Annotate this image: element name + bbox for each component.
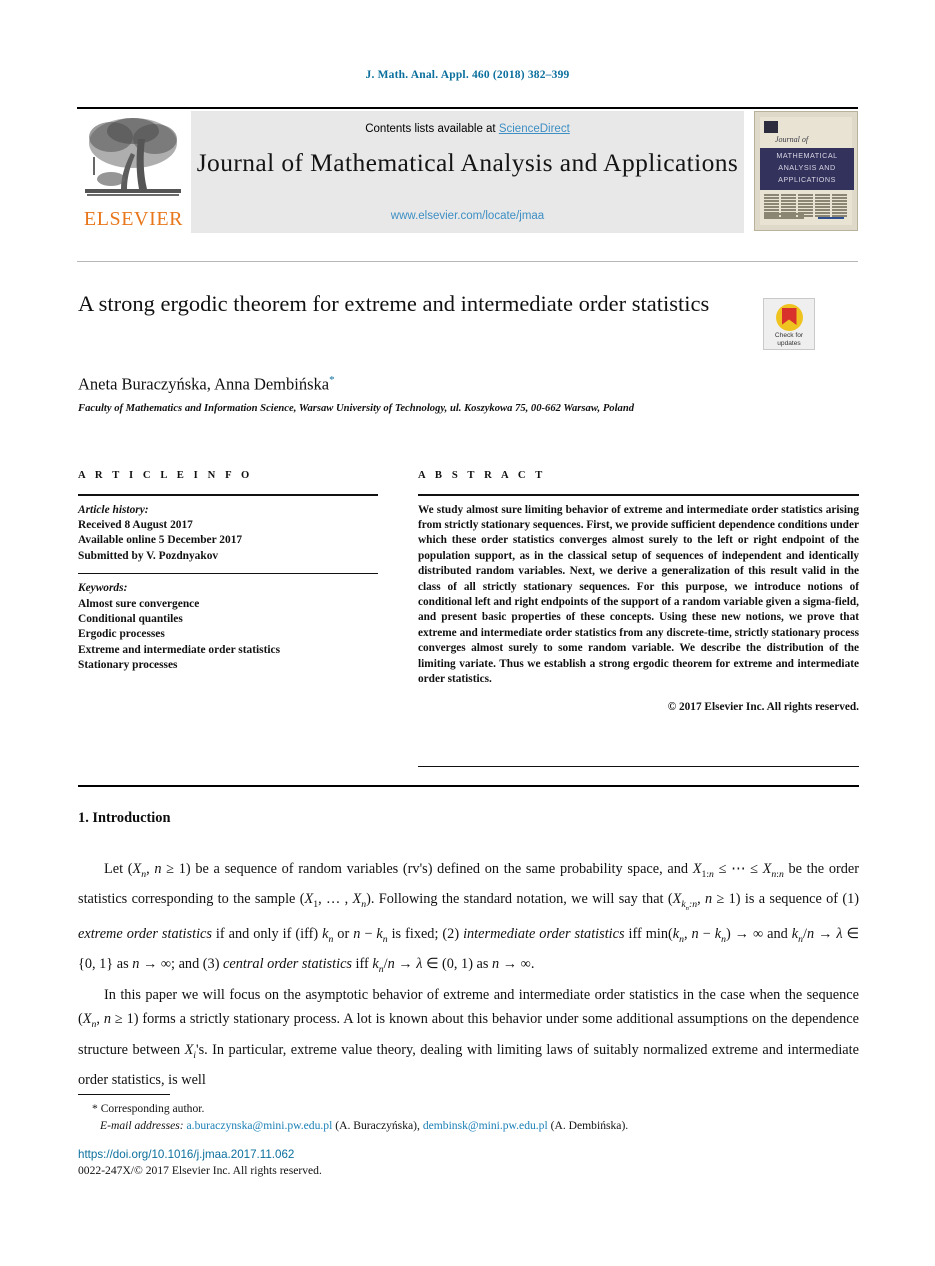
journal-article-page: J. Math. Anal. Appl. 460 (2018) 382–399 xyxy=(0,0,935,1266)
running-head: J. Math. Anal. Appl. 460 (2018) 382–399 xyxy=(365,69,570,81)
footnote-marker: * xyxy=(92,1102,98,1115)
keyword-item: Conditional quantiles xyxy=(78,613,183,626)
sciencedirect-link[interactable]: ScienceDirect xyxy=(499,123,570,135)
email-label: E-mail addresses: xyxy=(100,1119,184,1132)
email-link-2[interactable]: dembinsk@mini.pw.edu.pl xyxy=(423,1119,548,1132)
keywords-separator-rule xyxy=(78,573,378,575)
article-history-label: Article history: xyxy=(78,503,149,516)
page-title: A strong ergodic theorem for extreme and… xyxy=(78,291,710,316)
journal-cover-thumbnail: Journal of MATHEMATICAL ANALYSIS AND APP… xyxy=(754,111,858,231)
footnote-block: * Corresponding author. E-mail addresses… xyxy=(78,1100,859,1134)
keyword-item: Almost sure convergence xyxy=(78,597,200,610)
body-separator-rule xyxy=(78,785,859,788)
affiliation: Faculty of Mathematics and Information S… xyxy=(78,403,635,414)
corresponding-author-text: Corresponding author. xyxy=(100,1102,205,1115)
paragraph-1: Let (Xn, n ≥ 1) be a sequence of random … xyxy=(78,861,860,976)
journal-title: Journal of Mathematical Analysis and App… xyxy=(196,148,739,177)
journal-homepage-link[interactable]: www.elsevier.com/locate/jmaa xyxy=(391,210,544,222)
journal-url-link[interactable]: www.elsevier.com/locate/jmaa xyxy=(191,210,744,222)
keyword-item: Stationary processes xyxy=(78,659,178,672)
crossmark-label-2: updates xyxy=(777,340,801,347)
paragraph-2: In this paper we will focus on the asymp… xyxy=(78,986,859,1089)
keywords-label: Keywords: xyxy=(78,582,128,595)
cover-script-text: Journal of xyxy=(775,135,809,144)
abstract-text: We study almost sure limiting behavior o… xyxy=(418,503,859,686)
elsevier-logo: ELSEVIER xyxy=(77,111,190,233)
masthead-top-rule xyxy=(77,107,858,110)
article-info-block: A R T I C L E I N F O Article history: R… xyxy=(78,470,378,674)
cover-elsevier-mark-icon xyxy=(764,121,778,133)
available-online-date: Available online 5 December 2017 xyxy=(78,534,243,547)
article-info-rule xyxy=(78,494,378,496)
elsevier-tree-icon xyxy=(81,113,185,201)
keywords-group: Keywords: Almost sure convergence Condit… xyxy=(78,581,378,673)
contents-available-line: Contents lists available at ScienceDirec… xyxy=(191,123,744,135)
abstract-bottom-rule xyxy=(418,766,859,768)
email-author-1: (A. Buraczyńska), xyxy=(335,1119,420,1132)
article-info-heading: A R T I C L E I N F O xyxy=(78,470,253,481)
contents-prefix: Contents lists available at xyxy=(365,123,499,135)
doi-url[interactable]: https://doi.org/10.1016/j.jmaa.2017.11.0… xyxy=(78,1148,294,1161)
email-author-2: (A. Dembińska). xyxy=(550,1119,629,1132)
abstract-rule xyxy=(418,494,859,496)
issn-copyright-line: 0022-247X/© 2017 Elsevier Inc. All right… xyxy=(78,1164,322,1177)
section-heading-introduction: 1. Introduction xyxy=(78,810,171,826)
elsevier-wordmark: ELSEVIER xyxy=(83,208,184,230)
body-text: Let (Xn, n ≥ 1) be a sequence of random … xyxy=(78,857,859,1093)
abstract-heading: A B S T R A C T xyxy=(418,470,546,481)
article-history-group: Article history: Received 8 August 2017 … xyxy=(78,503,378,565)
author-list: Aneta Buraczyńska, Anna Dembińska* xyxy=(78,374,335,395)
keyword-item: Ergodic processes xyxy=(78,628,165,641)
keyword-item: Extreme and intermediate order statistic… xyxy=(78,643,281,656)
crossmark-label-1: Check for xyxy=(774,332,804,339)
cover-footer-decoration xyxy=(764,213,850,223)
cover-title-band: MATHEMATICAL ANALYSIS AND APPLICATIONS xyxy=(760,148,854,190)
submitted-by: Submitted by V. Pozdnyakov xyxy=(78,549,219,562)
crossmark-icon xyxy=(775,304,803,331)
corresponding-author-marker[interactable]: * xyxy=(329,374,335,386)
corresponding-author-note: * Corresponding author. xyxy=(78,1100,859,1117)
cover-title-line-1: MATHEMATICAL xyxy=(776,151,838,160)
doi-link[interactable]: https://doi.org/10.1016/j.jmaa.2017.11.0… xyxy=(78,1147,322,1163)
masthead-center-band: Contents lists available at ScienceDirec… xyxy=(191,111,744,233)
footnote-rule xyxy=(78,1094,170,1096)
abstract-copyright: © 2017 Elsevier Inc. All rights reserved… xyxy=(667,701,859,714)
crossmark-badge[interactable]: Check for updates xyxy=(763,298,815,350)
title-separator-rule xyxy=(77,261,858,262)
cover-title-line-2: ANALYSIS AND xyxy=(778,163,836,172)
author-names: Aneta Buraczyńska, Anna Dembińska xyxy=(78,374,330,394)
abstract-block: A B S T R A C T We study almost sure lim… xyxy=(418,470,859,713)
email-addresses-line: E-mail addresses: a.buraczynska@mini.pw.… xyxy=(78,1117,859,1134)
received-date: Received 8 August 2017 xyxy=(78,519,193,531)
cover-title-line-3: APPLICATIONS xyxy=(778,175,836,184)
journal-masthead: ELSEVIER Contents lists available at Sci… xyxy=(77,107,858,233)
email-link-1[interactable]: a.buraczynska@mini.pw.edu.pl xyxy=(187,1119,333,1132)
publication-footer: https://doi.org/10.1016/j.jmaa.2017.11.0… xyxy=(78,1147,322,1179)
